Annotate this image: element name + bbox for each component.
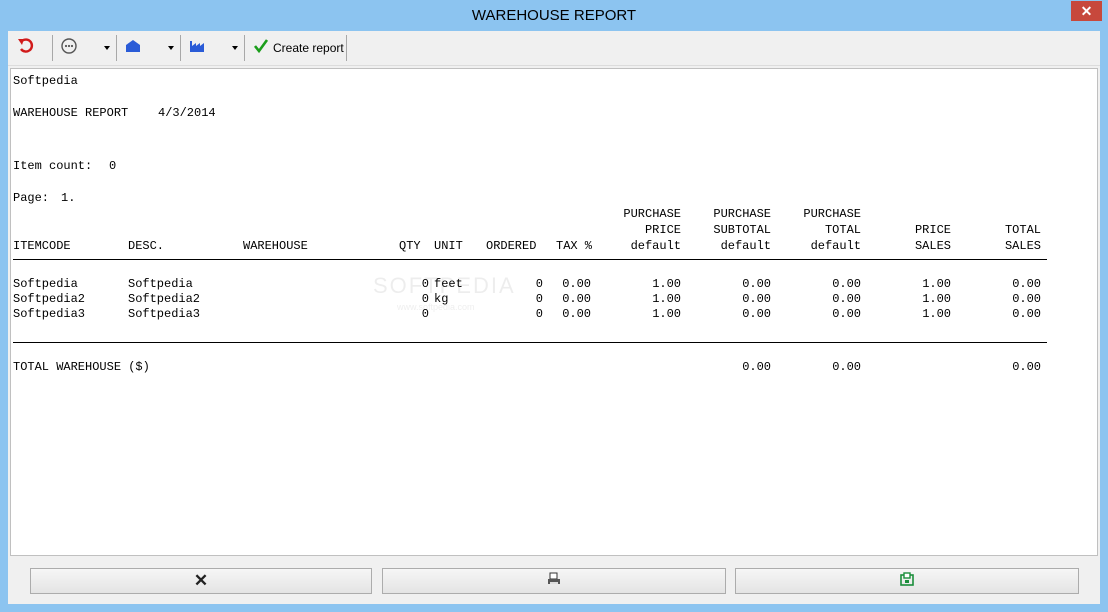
client-area: Create report Softpedia WAREHOUSE REPORT…: [8, 31, 1100, 604]
toolbar-separator: [346, 35, 347, 61]
header-purchase-price-2: PRICE: [644, 223, 681, 237]
header-unit: UNIT: [434, 239, 463, 253]
header-purchase-subtotal-2: SUBTOTAL: [713, 223, 771, 237]
row-2-price-sales: 1.00: [922, 292, 951, 306]
totals-rule: [13, 342, 1047, 343]
header-total-sales-2: SALES: [1004, 239, 1041, 253]
row-1-purchase-total: 0.00: [832, 277, 861, 291]
options-dropdown-button[interactable]: [60, 35, 110, 61]
header-purchase-subtotal-1: PURCHASE: [713, 207, 771, 221]
warehouse-house-icon: [124, 37, 142, 60]
header-price-sales-1: PRICE: [914, 223, 951, 237]
create-report-label: Create report: [273, 41, 344, 55]
chevron-down-icon: [232, 46, 238, 50]
header-desc: DESC.: [128, 239, 165, 253]
header-rule: [13, 259, 1047, 260]
row-1-desc: Softpedia: [128, 277, 193, 291]
row-2-itemcode: Softpedia2: [13, 292, 86, 306]
title-bar: WAREHOUSE REPORT ✕: [0, 0, 1108, 31]
row-2-desc: Softpedia2: [128, 292, 201, 306]
row-3-purchase-total: 0.00: [832, 307, 861, 321]
row-3-desc: Softpedia3: [128, 307, 201, 321]
header-purchase-price-1: PURCHASE: [623, 207, 681, 221]
factory-icon: [188, 37, 206, 60]
page-value: 1.: [61, 191, 76, 205]
warehouse-dropdown-button[interactable]: [124, 35, 174, 61]
printer-icon: [546, 571, 562, 592]
window-close-button[interactable]: ✕: [1071, 1, 1102, 21]
header-warehouse: WAREHOUSE: [243, 239, 308, 253]
row-3-tax: 0.00: [562, 307, 591, 321]
header-itemcode: ITEMCODE: [13, 239, 71, 253]
toolbar: Create report: [8, 31, 1100, 66]
header-ordered: ORDERED: [486, 239, 537, 253]
watermark-url: www.softpedia.com: [397, 302, 475, 312]
watermark-logo: SOFTPEDIA: [373, 273, 516, 298]
page-label: Page:: [13, 191, 50, 205]
create-report-button[interactable]: Create report: [253, 35, 344, 61]
undo-button[interactable]: [16, 35, 36, 61]
row-3-price-sales: 1.00: [922, 307, 951, 321]
app-window: WAREHOUSE REPORT ✕ Create report Softped…: [0, 0, 1108, 612]
header-purchase-price-3: default: [630, 239, 681, 253]
chevron-down-icon: [104, 46, 110, 50]
toolbar-separator: [244, 35, 245, 61]
report-date: 4/3/2014: [158, 106, 216, 120]
checkmark-icon: [253, 38, 269, 59]
row-2-tax: 0.00: [562, 292, 591, 306]
ellipsis-circle-icon: [60, 37, 78, 60]
row-1-tax: 0.00: [562, 277, 591, 291]
row-3-total-sales: 0.00: [1012, 307, 1041, 321]
window-title: WAREHOUSE REPORT: [471, 7, 637, 24]
toolbar-separator: [116, 35, 117, 61]
factory-dropdown-button[interactable]: [188, 35, 238, 61]
header-purchase-total-2: TOTAL: [824, 223, 861, 237]
totals-purchase-subtotal: 0.00: [742, 360, 771, 374]
row-3-ordered: 0: [535, 307, 543, 321]
undo-arrow-icon: [16, 36, 36, 61]
export-green-icon: [899, 571, 915, 592]
row-2-purchase-price: 1.00: [652, 292, 681, 306]
row-1-purchase-subtotal: 0.00: [742, 277, 771, 291]
toolbar-separator: [180, 35, 181, 61]
row-3-itemcode: Softpedia3: [13, 307, 86, 321]
row-3-purchase-subtotal: 0.00: [742, 307, 771, 321]
export-button[interactable]: [735, 568, 1079, 594]
row-2-purchase-subtotal: 0.00: [742, 292, 771, 306]
close-icon: ✕: [193, 571, 209, 590]
header-purchase-total-3: default: [810, 239, 861, 253]
header-tax: TAX %: [556, 239, 593, 253]
chevron-down-icon: [168, 46, 174, 50]
report-company: Softpedia: [13, 74, 78, 88]
row-1-total-sales: 0.00: [1012, 277, 1041, 291]
row-1-price-sales: 1.00: [922, 277, 951, 291]
row-2-purchase-total: 0.00: [832, 292, 861, 306]
cancel-button[interactable]: ✕: [30, 568, 372, 594]
header-price-sales-2: SALES: [914, 239, 951, 253]
item-count-label: Item count:: [13, 159, 93, 173]
item-count-value: 0: [109, 159, 117, 173]
row-1-purchase-price: 1.00: [652, 277, 681, 291]
totals-label: TOTAL WAREHOUSE ($): [13, 360, 150, 374]
header-qty: QTY: [399, 239, 421, 253]
row-3-purchase-price: 1.00: [652, 307, 681, 321]
report-preview: Softpedia WAREHOUSE REPORT 4/3/2014 Item…: [10, 68, 1098, 556]
row-1-itemcode: Softpedia: [13, 277, 78, 291]
print-button[interactable]: [382, 568, 726, 594]
report-title: WAREHOUSE REPORT: [13, 106, 129, 120]
header-purchase-subtotal-3: default: [720, 239, 771, 253]
row-2-total-sales: 0.00: [1012, 292, 1041, 306]
totals-purchase-total: 0.00: [832, 360, 861, 374]
header-total-sales-1: TOTAL: [1004, 223, 1041, 237]
toolbar-separator: [52, 35, 53, 61]
totals-total-sales: 0.00: [1012, 360, 1041, 374]
header-purchase-total-1: PURCHASE: [803, 207, 861, 221]
